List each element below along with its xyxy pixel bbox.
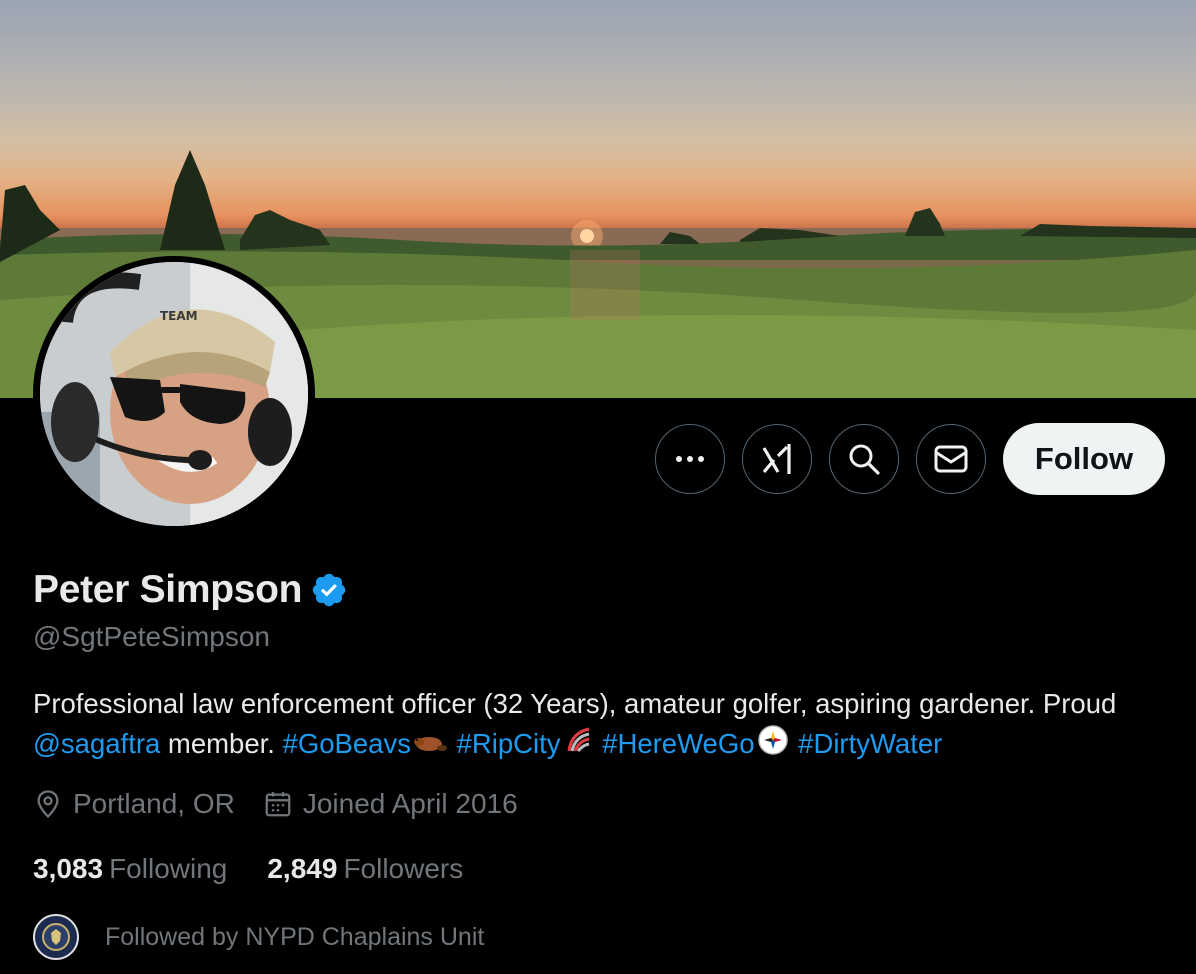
verified-badge-icon[interactable] [310, 571, 348, 609]
followed-by-row[interactable]: Followed by NYPD Chaplains Unit [33, 914, 484, 960]
svg-text:TEAM: TEAM [160, 309, 198, 323]
hashtag-ripcity[interactable]: #RipCity [457, 728, 561, 759]
followers-count: 2,849 [267, 853, 338, 884]
message-button[interactable] [916, 424, 986, 494]
beaver-emoji-icon [413, 726, 447, 766]
joined-text: Joined April 2016 [302, 788, 518, 819]
nypd-badge-icon [42, 923, 70, 951]
profile-meta: Portland, OR Joined April 2016 [33, 788, 546, 820]
more-button[interactable] [655, 424, 725, 494]
search-icon [849, 444, 880, 475]
joined-item: Joined April 2016 [263, 788, 518, 820]
bio-text-2: member. [160, 728, 283, 759]
avatar-photo: TEAM [40, 262, 308, 526]
search-profile-button[interactable] [829, 424, 899, 494]
following-count: 3,083 [33, 853, 104, 884]
more-icon [676, 456, 704, 462]
grok-button[interactable] [742, 424, 812, 494]
followed-by-text: Followed by NYPD Chaplains Unit [105, 922, 485, 951]
hashtag-gobeavs[interactable]: #GoBeavs [283, 728, 411, 759]
following-label: Following [109, 853, 228, 884]
user-handle: @SgtPeteSimpson [33, 621, 270, 652]
location-text: Portland, OR [73, 788, 235, 819]
hashtag-herewego[interactable]: #HereWeGo [602, 728, 754, 759]
bio-text: Professional law enforcement officer (32… [33, 688, 1117, 719]
following-link[interactable]: 3,083 Following [33, 853, 227, 885]
location-pin-icon [37, 790, 59, 819]
location-item: Portland, OR [33, 788, 235, 820]
followers-label: Followers [343, 853, 464, 884]
hashtag-dirtywater[interactable]: #DirtyWater [798, 728, 942, 759]
grok-icon [762, 444, 791, 474]
steelers-logo-icon [757, 724, 789, 767]
follow-button[interactable]: Follow [1003, 423, 1165, 495]
bio-mention-link[interactable]: @sagaftra [33, 728, 160, 759]
name-row: Peter Simpson [33, 568, 348, 612]
follower-avatar [33, 914, 79, 960]
profile-bio: Professional law enforcement officer (32… [33, 684, 1173, 767]
display-name: Peter Simpson [33, 568, 303, 611]
profile-avatar[interactable]: TEAM [40, 262, 308, 526]
message-icon [934, 445, 968, 473]
follow-stats: 3,083 Following 2,849 Followers [33, 853, 503, 885]
profile-actions: Follow [655, 423, 1165, 495]
followers-link[interactable]: 2,849 Followers [267, 853, 463, 885]
calendar-icon [265, 792, 291, 817]
blazers-pinwheel-icon [563, 725, 593, 766]
